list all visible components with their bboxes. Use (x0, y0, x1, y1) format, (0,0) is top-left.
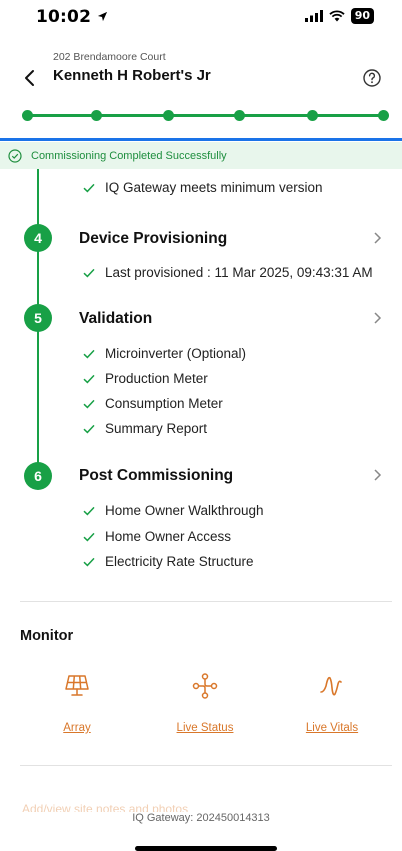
monitor-heading: Monitor (20, 628, 74, 644)
step-title-post-commissioning[interactable]: Post Commissioning (79, 467, 233, 485)
wifi-icon (329, 10, 345, 22)
check-item: Home Owner Walkthrough (83, 503, 264, 518)
monitor-live-status-button[interactable]: Live Status (150, 672, 260, 736)
signal-icon (304, 10, 323, 22)
step-title-validation[interactable]: Validation (79, 310, 152, 328)
checkmark-icon (83, 349, 95, 358)
check-item: Microinverter (Optional) (83, 346, 246, 361)
banner-text: Commissioning Completed Successfully (31, 149, 227, 162)
status-time: 10:02 (36, 7, 108, 27)
header: 202 Brendamoore Court Kenneth H Robert's… (0, 44, 402, 94)
header-divider (0, 138, 402, 141)
section-divider (20, 601, 392, 602)
gateway-id: IQ Gateway: 202450014313 (132, 812, 270, 824)
check-item: Home Owner Access (83, 529, 231, 544)
check-item: IQ Gateway meets minimum version (83, 180, 323, 195)
solar-panel-icon (65, 675, 89, 696)
progress-dot (378, 110, 389, 121)
site-notes-link[interactable]: Add/view site notes and photos (22, 802, 322, 812)
check-item: Electricity Rate Structure (83, 554, 254, 569)
checkmark-icon (83, 399, 95, 408)
pulse-icon (320, 676, 342, 696)
monitor-live-status-label[interactable]: Live Status (177, 722, 234, 734)
home-indicator (135, 846, 277, 851)
progress-dot (234, 110, 245, 121)
checkmark-icon (83, 268, 95, 277)
progress-stepper (22, 107, 389, 123)
step-number-badge: 6 (24, 462, 52, 490)
step-number-badge: 4 (24, 224, 52, 252)
monitor-live-vitals-label[interactable]: Live Vitals (306, 722, 358, 734)
monitor-array-button[interactable]: Array (22, 672, 132, 736)
monitor-array-label[interactable]: Array (63, 722, 90, 734)
step-title-device-provisioning[interactable]: Device Provisioning (79, 230, 227, 248)
check-circle-icon (8, 148, 22, 163)
back-arrow-icon[interactable] (18, 66, 42, 90)
check-item: Consumption Meter (83, 396, 223, 411)
progress-dot (163, 110, 174, 121)
check-item: Production Meter (83, 371, 208, 386)
check-item: Last provisioned : 11 Mar 2025, 09:43:31… (83, 265, 373, 280)
check-item: Summary Report (83, 421, 207, 436)
section-divider (20, 765, 392, 766)
progress-line (26, 114, 384, 117)
page-title: Kenneth H Robert's Jr (53, 67, 211, 84)
checkmark-icon (83, 183, 95, 192)
progress-dot (22, 110, 33, 121)
site-address: 202 Brendamoore Court (53, 51, 166, 63)
battery-indicator: 90 (350, 8, 374, 24)
success-banner: Commissioning Completed Successfully (0, 142, 402, 169)
checkmark-icon (83, 374, 95, 383)
timeline-line (37, 169, 39, 225)
flow-nodes-icon (192, 673, 218, 699)
help-icon[interactable] (362, 68, 382, 88)
monitor-live-vitals-button[interactable]: Live Vitals (277, 672, 387, 736)
timeline-line (37, 251, 39, 305)
progress-dot (91, 110, 102, 121)
progress-dot (307, 110, 318, 121)
status-bar: 10:02 90 (0, 0, 402, 34)
chevron-right-icon[interactable] (370, 468, 384, 482)
checkmark-icon (83, 506, 95, 515)
status-indicators: 90 (304, 8, 374, 24)
chevron-right-icon[interactable] (370, 311, 384, 325)
checkmark-icon (83, 532, 95, 541)
checkmark-icon (83, 557, 95, 566)
timeline-line (37, 331, 39, 463)
step-number-badge: 5 (24, 304, 52, 332)
commissioning-steps: IQ Gateway meets minimum version 4 Devic… (0, 169, 402, 589)
chevron-right-icon[interactable] (370, 231, 384, 245)
location-arrow-icon (98, 11, 108, 22)
checkmark-icon (83, 424, 95, 433)
